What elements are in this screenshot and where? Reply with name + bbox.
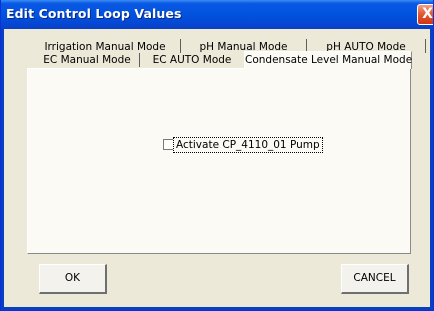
cancel-button[interactable]: CANCEL <box>341 264 409 294</box>
tab-label: Irrigation Manual Mode <box>44 41 166 53</box>
window-title: Edit Control Loop Values <box>6 6 182 21</box>
tab-label: EC Manual Mode <box>43 54 131 66</box>
tab-label: EC AUTO Mode <box>152 54 232 66</box>
tab-ec-auto-mode[interactable]: EC AUTO Mode <box>140 53 244 69</box>
dialog-window: Edit Control Loop Values X Irrigation Ma… <box>0 0 434 311</box>
title-bar[interactable]: Edit Control Loop Values X <box>1 0 433 29</box>
ok-button[interactable]: OK <box>39 264 107 294</box>
window-frame-bottom <box>1 307 433 310</box>
close-button[interactable]: X <box>417 4 433 25</box>
activate-pump-label[interactable]: Activate CP_4110_01 Pump <box>173 137 323 153</box>
tab-content-panel <box>27 68 411 254</box>
window-frame-right <box>430 29 433 310</box>
tab-label: Condensate Level Manual Mode <box>245 54 413 66</box>
window-frame-left <box>1 29 4 310</box>
close-icon: X <box>422 6 433 22</box>
tab-divider <box>425 39 426 53</box>
tab-condensate-level-manual-mode[interactable]: Condensate Level Manual Mode <box>244 51 412 69</box>
tab-ec-manual-mode[interactable]: EC Manual Mode <box>35 53 139 69</box>
